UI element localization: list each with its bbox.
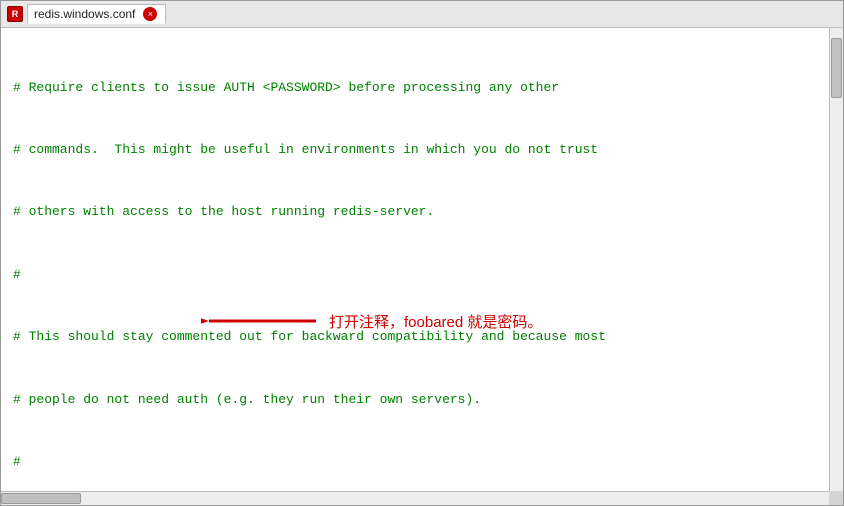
title-bar: R redis.windows.conf × <box>1 1 843 28</box>
tab-close-button[interactable]: × <box>143 7 157 21</box>
code-line-6: # people do not need auth (e.g. they run… <box>13 390 831 411</box>
code-line-3: # others with access to the host running… <box>13 202 831 223</box>
app-icon: R <box>7 6 23 22</box>
scrollbar-corner <box>829 491 843 505</box>
close-icon: × <box>148 10 153 19</box>
horizontal-scrollbar[interactable] <box>1 491 829 505</box>
app-icon-letter: R <box>12 9 19 19</box>
main-window: R redis.windows.conf × # Require clients… <box>0 0 844 506</box>
code-line-2: # commands. This might be useful in envi… <box>13 140 831 161</box>
code-line-1: # Require clients to issue AUTH <PASSWOR… <box>13 78 831 99</box>
vertical-scrollbar[interactable] <box>829 28 843 491</box>
file-tab[interactable]: redis.windows.conf × <box>27 4 166 24</box>
horizontal-scrollbar-thumb[interactable] <box>1 493 81 504</box>
code-line-4: # <box>13 265 831 286</box>
vertical-scrollbar-thumb[interactable] <box>831 38 842 98</box>
code-editor[interactable]: # Require clients to issue AUTH <PASSWOR… <box>1 28 843 505</box>
editor-area: # Require clients to issue AUTH <PASSWOR… <box>1 28 843 505</box>
tab-label: redis.windows.conf <box>34 7 135 21</box>
code-line-7: # <box>13 452 831 473</box>
code-line-5: # This should stay commented out for bac… <box>13 327 831 348</box>
